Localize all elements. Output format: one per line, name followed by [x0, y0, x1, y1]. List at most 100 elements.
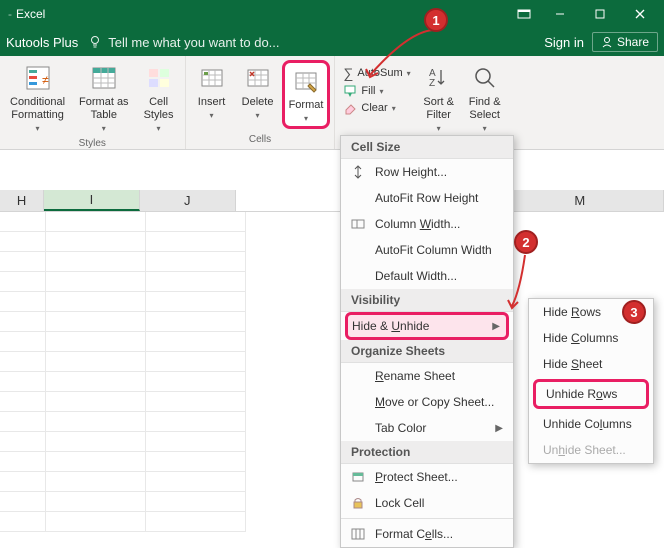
fill-down-icon: [343, 84, 357, 98]
dropdown-arrow-icon: ▾: [210, 111, 214, 121]
callout-1: 1: [424, 8, 448, 32]
tell-me-label: Tell me what you want to do...: [108, 35, 279, 50]
dropdown-arrow-icon: ▾: [379, 87, 383, 96]
hide-columns-label: Hide Columns: [543, 331, 618, 345]
tab-kutools-plus[interactable]: Kutools Plus: [6, 35, 78, 50]
dropdown-arrow-icon: ▾: [392, 104, 396, 113]
autofit-col-item[interactable]: AutoFit Column Width: [341, 237, 513, 263]
hide-columns-item[interactable]: Hide Columns: [529, 325, 653, 351]
svg-text:≠: ≠: [42, 73, 49, 87]
col-gap: [236, 190, 327, 211]
unhide-sheet-label: Unhide Sheet...: [543, 443, 626, 457]
row-height-icon: [349, 164, 367, 180]
person-icon: [601, 36, 613, 48]
format-cells-icon: [290, 65, 322, 97]
titlebar: - Excel: [0, 0, 664, 28]
conditional-formatting-button[interactable]: ≠ Conditional Formatting ▾: [4, 60, 71, 136]
tab-color-label: Tab Color: [375, 421, 426, 435]
share-label: Share: [617, 35, 649, 49]
share-button[interactable]: Share: [592, 32, 658, 52]
lightbulb-icon: [88, 35, 102, 49]
ribbon-options-icon[interactable]: [508, 0, 540, 28]
dropdown-arrow-icon: ▾: [157, 124, 161, 134]
sort-filter-label: Sort & Filter: [423, 96, 454, 122]
move-copy-item[interactable]: Move or Copy Sheet...: [341, 389, 513, 415]
default-width-item[interactable]: Default Width...: [341, 263, 513, 289]
column-width-label: Column Width...: [375, 217, 460, 231]
lock-cell-item[interactable]: Lock Cell: [341, 490, 513, 516]
dropdown-arrow-icon: ▾: [102, 124, 106, 134]
column-width-item[interactable]: Column Width...: [341, 211, 513, 237]
section-protection: Protection: [341, 441, 513, 464]
protect-sheet-icon: [349, 469, 367, 485]
styles-group: ≠ Conditional Formatting ▾ Format as Tab…: [0, 56, 186, 149]
insert-label: Insert: [198, 96, 226, 109]
move-copy-label: Move or Copy Sheet...: [375, 395, 494, 409]
title-prefix: -: [4, 7, 12, 21]
styles-group-label: Styles: [79, 136, 106, 151]
sort-filter-button[interactable]: AZ Sort & Filter ▾: [417, 60, 461, 136]
column-headers: H I J M: [0, 190, 664, 212]
format-as-table-button[interactable]: Format as Table ▾: [73, 60, 135, 136]
callout-2: 2: [514, 230, 538, 254]
tell-me-search[interactable]: Tell me what you want to do...: [88, 35, 279, 50]
col-header-m[interactable]: M: [496, 190, 664, 211]
unhide-sheet-item: Unhide Sheet...: [529, 437, 653, 463]
unhide-columns-label: Unhide Columns: [543, 417, 632, 431]
column-width-icon: [349, 216, 367, 232]
col-header-h[interactable]: H: [0, 190, 44, 211]
format-cells-item[interactable]: Format Cells...: [341, 521, 513, 547]
row-height-item[interactable]: Row Height...: [341, 159, 513, 185]
cells-group: Insert ▾ Delete ▾ Format ▾ Cells: [186, 56, 336, 149]
clear-button[interactable]: Clear ▾: [339, 100, 414, 116]
dropdown-arrow-icon: ▾: [483, 124, 487, 134]
callout-3: 3: [622, 300, 646, 324]
autofit-col-label: AutoFit Column Width: [375, 243, 492, 257]
autofit-row-label: AutoFit Row Height: [375, 191, 478, 205]
section-visibility: Visibility: [341, 289, 513, 312]
format-button[interactable]: Format ▾: [282, 60, 331, 129]
maximize-button[interactable]: [580, 0, 620, 28]
signin-link[interactable]: Sign in: [544, 35, 584, 50]
protect-sheet-item[interactable]: Protect Sheet...: [341, 464, 513, 490]
conditional-formatting-icon: ≠: [22, 62, 54, 94]
row-height-label: Row Height...: [375, 165, 447, 179]
col-header-j[interactable]: J: [140, 190, 236, 211]
minimize-button[interactable]: [540, 0, 580, 28]
eraser-icon: [343, 101, 357, 115]
hide-unhide-item[interactable]: Hide & Unhide ▶: [345, 312, 509, 340]
unhide-rows-item[interactable]: Unhide Rows: [533, 379, 649, 409]
cell-styles-icon: [143, 62, 175, 94]
autofit-row-item[interactable]: AutoFit Row Height: [341, 185, 513, 211]
hide-unhide-label: Hide & Unhide: [352, 319, 429, 333]
insert-cells-icon: [196, 62, 228, 94]
unhide-columns-item[interactable]: Unhide Columns: [529, 411, 653, 437]
close-button[interactable]: [620, 0, 660, 28]
hide-rows-label: Hide Rows: [543, 305, 601, 319]
insert-button[interactable]: Insert ▾: [190, 60, 234, 123]
submenu-arrow-icon: ▶: [495, 423, 503, 434]
col-header-i[interactable]: I: [44, 190, 140, 211]
dropdown-arrow-icon: ▾: [407, 69, 411, 78]
fill-button[interactable]: Fill ▾: [339, 83, 414, 99]
tab-color-item[interactable]: Tab Color ▶: [341, 415, 513, 441]
lock-cell-label: Lock Cell: [375, 496, 424, 510]
rename-sheet-item[interactable]: Rename Sheet: [341, 363, 513, 389]
dropdown-arrow-icon: ▾: [256, 111, 260, 121]
default-width-label: Default Width...: [375, 269, 457, 283]
sigma-icon: ∑: [343, 65, 353, 81]
conditional-formatting-label: Conditional Formatting: [10, 96, 65, 122]
section-cell-size: Cell Size: [341, 136, 513, 159]
hide-sheet-label: Hide Sheet: [543, 357, 602, 371]
magnifier-icon: [469, 62, 501, 94]
cell-styles-button[interactable]: Cell Styles ▾: [137, 60, 181, 136]
cell-styles-label: Cell Styles: [144, 96, 174, 122]
hide-sheet-item[interactable]: Hide Sheet: [529, 351, 653, 377]
format-cells-dialog-icon: [349, 526, 367, 542]
rename-sheet-label: Rename Sheet: [375, 369, 455, 383]
menubar: Kutools Plus Tell me what you want to do…: [0, 28, 664, 56]
delete-button[interactable]: Delete ▾: [236, 60, 280, 123]
autosum-button[interactable]: ∑ AutoSum ▾: [339, 64, 414, 82]
find-select-button[interactable]: Find & Select ▾: [463, 60, 507, 136]
format-as-table-label: Format as Table: [79, 96, 129, 122]
